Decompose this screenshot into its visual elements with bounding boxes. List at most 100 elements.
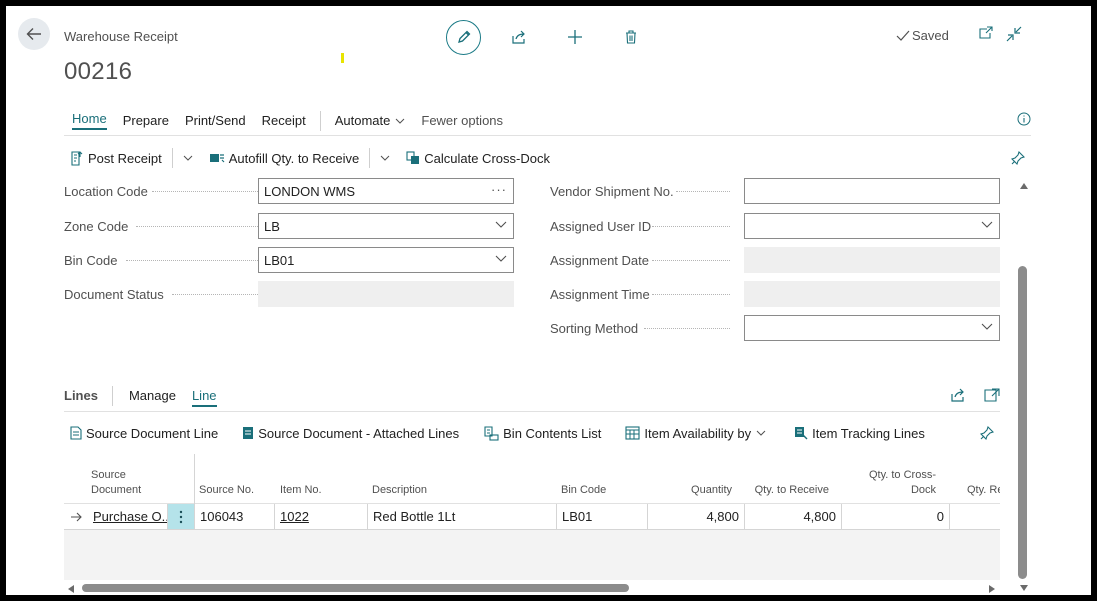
lines-command-bar: Source Document Line Source Document - A…	[64, 418, 1000, 448]
lines-title: Lines	[64, 388, 98, 403]
column-header-item-no[interactable]: Item No.	[280, 454, 350, 504]
assigned-user-id-select[interactable]	[744, 213, 1000, 239]
share-icon	[512, 30, 525, 44]
item-tracking-lines-button[interactable]: Item Tracking Lines	[788, 426, 931, 441]
assignment-date-field: Assignment Date	[550, 247, 1000, 273]
column-header-qty-received[interactable]: Qty. Re	[967, 454, 1000, 504]
page-frame: Warehouse Receipt 00216 Saved Home Prepa…	[6, 6, 1091, 595]
source-document-link[interactable]: Purchase O...	[88, 504, 168, 529]
autofill-dropdown[interactable]	[374, 155, 400, 161]
autofill-button[interactable]: Autofill Qty. to Receive	[203, 151, 366, 166]
new-button[interactable]	[557, 19, 593, 55]
pin-icon[interactable]	[980, 426, 994, 440]
tab-home[interactable]: Home	[64, 106, 115, 135]
vendor-shipment-no-input[interactable]	[744, 178, 1000, 204]
tab-receipt[interactable]: Receipt	[254, 106, 314, 135]
column-header-qty-to-receive[interactable]: Qty. to Receive	[745, 454, 829, 504]
location-code-field: Location Code LONDON WMS ···	[64, 178, 514, 204]
tab-manage[interactable]: Manage	[121, 388, 184, 403]
page-caption: Warehouse Receipt	[64, 29, 178, 44]
tab-prepare[interactable]: Prepare	[115, 106, 177, 135]
scroll-right-icon[interactable]	[988, 584, 996, 594]
post-receipt-button[interactable]: Post Receipt	[64, 151, 168, 166]
zone-code-select[interactable]: LB	[258, 213, 514, 239]
edit-button[interactable]	[446, 19, 481, 55]
document-status-value	[258, 281, 514, 307]
tab-print-send[interactable]: Print/Send	[177, 106, 254, 135]
info-icon[interactable]	[1017, 112, 1031, 126]
saved-label: Saved	[912, 28, 949, 43]
column-header-quantity[interactable]: Quantity	[648, 454, 732, 504]
bin-code-select[interactable]: LB01	[258, 247, 514, 273]
row-actions-button[interactable]	[168, 504, 195, 529]
column-header-bin-code[interactable]: Bin Code	[561, 454, 641, 504]
qty-received-cell[interactable]	[950, 504, 1000, 529]
cross-dock-icon	[406, 151, 420, 164]
divider	[171, 148, 173, 168]
bin-code-cell[interactable]: LB01	[557, 504, 648, 529]
qty-to-receive-cell[interactable]: 4,800	[745, 504, 842, 529]
horizontal-scrollbar-thumb[interactable]	[82, 584, 629, 592]
pencil-icon	[457, 30, 470, 43]
zone-code-field: Zone Code LB	[64, 213, 514, 239]
back-button[interactable]	[18, 18, 50, 50]
chevron-down-icon	[981, 323, 993, 330]
column-header-source-no[interactable]: Source No.	[199, 454, 269, 504]
item-availability-button[interactable]: Item Availability by	[619, 426, 776, 441]
source-no-cell[interactable]: 106043	[195, 504, 275, 529]
attached-lines-icon	[243, 427, 254, 439]
window-controls	[978, 26, 1022, 42]
sorting-method-select[interactable]	[744, 315, 1000, 341]
saved-status: Saved	[896, 28, 949, 43]
assignment-date-value	[744, 247, 1000, 273]
assignment-time-value	[744, 281, 1000, 307]
bin-contents-list-button[interactable]: Bin Contents List	[477, 426, 607, 441]
bin-code-field: Bin Code LB01	[64, 247, 514, 273]
assignment-time-field: Assignment Time	[550, 281, 1000, 307]
command-bar: Post Receipt Autofill Qty. to Receive Ca…	[64, 143, 1031, 173]
quantity-cell[interactable]: 4,800	[648, 504, 745, 529]
scroll-left-icon[interactable]	[67, 584, 75, 594]
chevron-down-icon	[396, 118, 405, 124]
fewer-options-button[interactable]: Fewer options	[413, 106, 511, 135]
page-title: 00216	[64, 58, 133, 85]
calendar-grid-icon	[625, 426, 640, 440]
lookup-ellipsis-icon[interactable]: ···	[491, 182, 507, 197]
scroll-up-icon[interactable]	[1019, 182, 1029, 190]
item-tracking-icon	[795, 427, 808, 440]
expand-icon[interactable]	[984, 388, 1000, 402]
attached-lines-button[interactable]: Source Document - Attached Lines	[236, 426, 465, 441]
tab-automate[interactable]: Automate	[327, 106, 414, 135]
column-header-qty-to-cross-dock[interactable]: Qty. to Cross- Dock	[842, 454, 936, 504]
location-code-input[interactable]: LONDON WMS ···	[258, 178, 514, 204]
scroll-down-icon[interactable]	[1019, 584, 1029, 592]
post-receipt-dropdown[interactable]	[177, 155, 203, 161]
table-row[interactable]: Purchase O... 106043 1022 Red Bottle 1Lt…	[64, 504, 1000, 530]
share-button[interactable]	[501, 19, 537, 55]
source-document-line-button[interactable]: Source Document Line	[64, 426, 224, 441]
pin-icon[interactable]	[1011, 151, 1025, 165]
open-new-window-icon[interactable]	[978, 26, 994, 40]
column-header-source-document[interactable]: Source Document	[91, 454, 171, 504]
grid-header: Source Document Source No. Item No. Descr…	[64, 454, 1000, 504]
qty-to-cross-dock-cell[interactable]: 0	[842, 504, 950, 529]
general-fasttab: Location Code LONDON WMS ··· Zone Code L…	[64, 178, 1014, 378]
chevron-down-icon	[981, 221, 993, 228]
chevron-down-icon	[380, 155, 390, 161]
cursor-marker	[341, 53, 344, 63]
calculate-cross-dock-button[interactable]: Calculate Cross-Dock	[400, 151, 556, 166]
share-icon[interactable]	[950, 388, 966, 402]
trash-icon	[626, 30, 636, 44]
lines-header-actions	[950, 388, 1000, 402]
item-no-cell[interactable]: 1022	[275, 504, 368, 529]
vertical-scrollbar-thumb[interactable]	[1018, 266, 1027, 579]
description-cell[interactable]: Red Bottle 1Lt	[368, 504, 557, 529]
vendor-shipment-no-field: Vendor Shipment No.	[550, 178, 1000, 204]
row-indicator	[64, 504, 88, 529]
tab-line[interactable]: Line	[184, 388, 225, 407]
collapse-icon[interactable]	[1006, 26, 1022, 42]
divider	[111, 385, 113, 406]
post-document-icon	[71, 150, 83, 166]
delete-button[interactable]	[613, 19, 649, 55]
column-header-description[interactable]: Description	[372, 454, 472, 504]
